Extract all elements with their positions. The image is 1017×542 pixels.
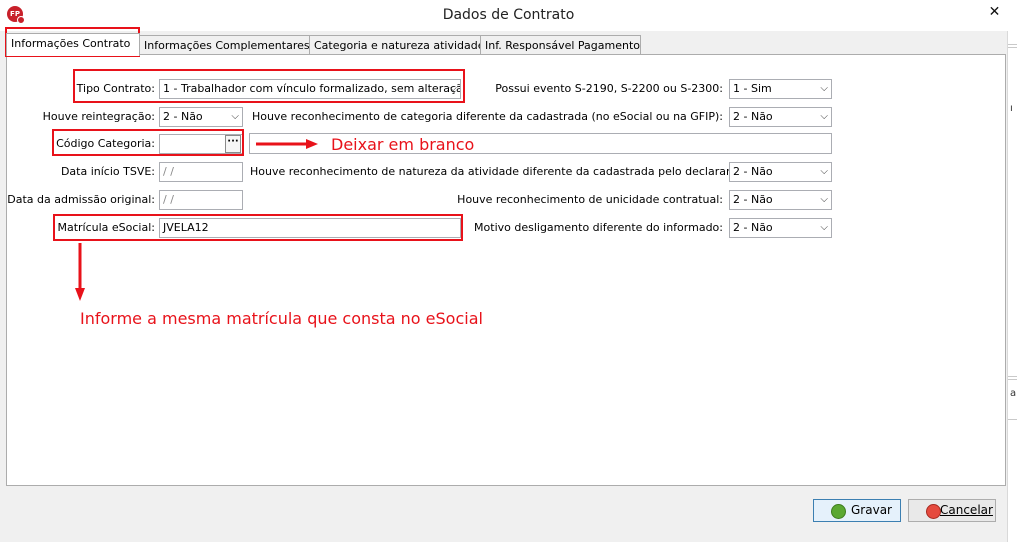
gravar-label: Gravar: [851, 503, 892, 517]
cancel-icon: [926, 504, 941, 519]
cancelar-label: Cancelar: [940, 503, 993, 517]
check-icon: [831, 504, 846, 519]
cancelar-button[interactable]: Cancelar: [908, 499, 996, 522]
arrow-down-head: [75, 288, 85, 301]
dados-contrato-window: FP Dados de Contrato ✕ ı a Informações C…: [0, 0, 1017, 542]
gravar-button[interactable]: Gravar: [813, 499, 901, 522]
annotation-arrows: [75, 139, 318, 301]
arrow-right-head: [306, 139, 318, 149]
tab-informacoes-contrato[interactable]: Informações Contrato: [6, 33, 140, 56]
annotation-deixar-em-branco: Deixar em branco: [331, 135, 475, 154]
annotation-matricula: Informe a mesma matrícula que consta no …: [80, 309, 483, 328]
